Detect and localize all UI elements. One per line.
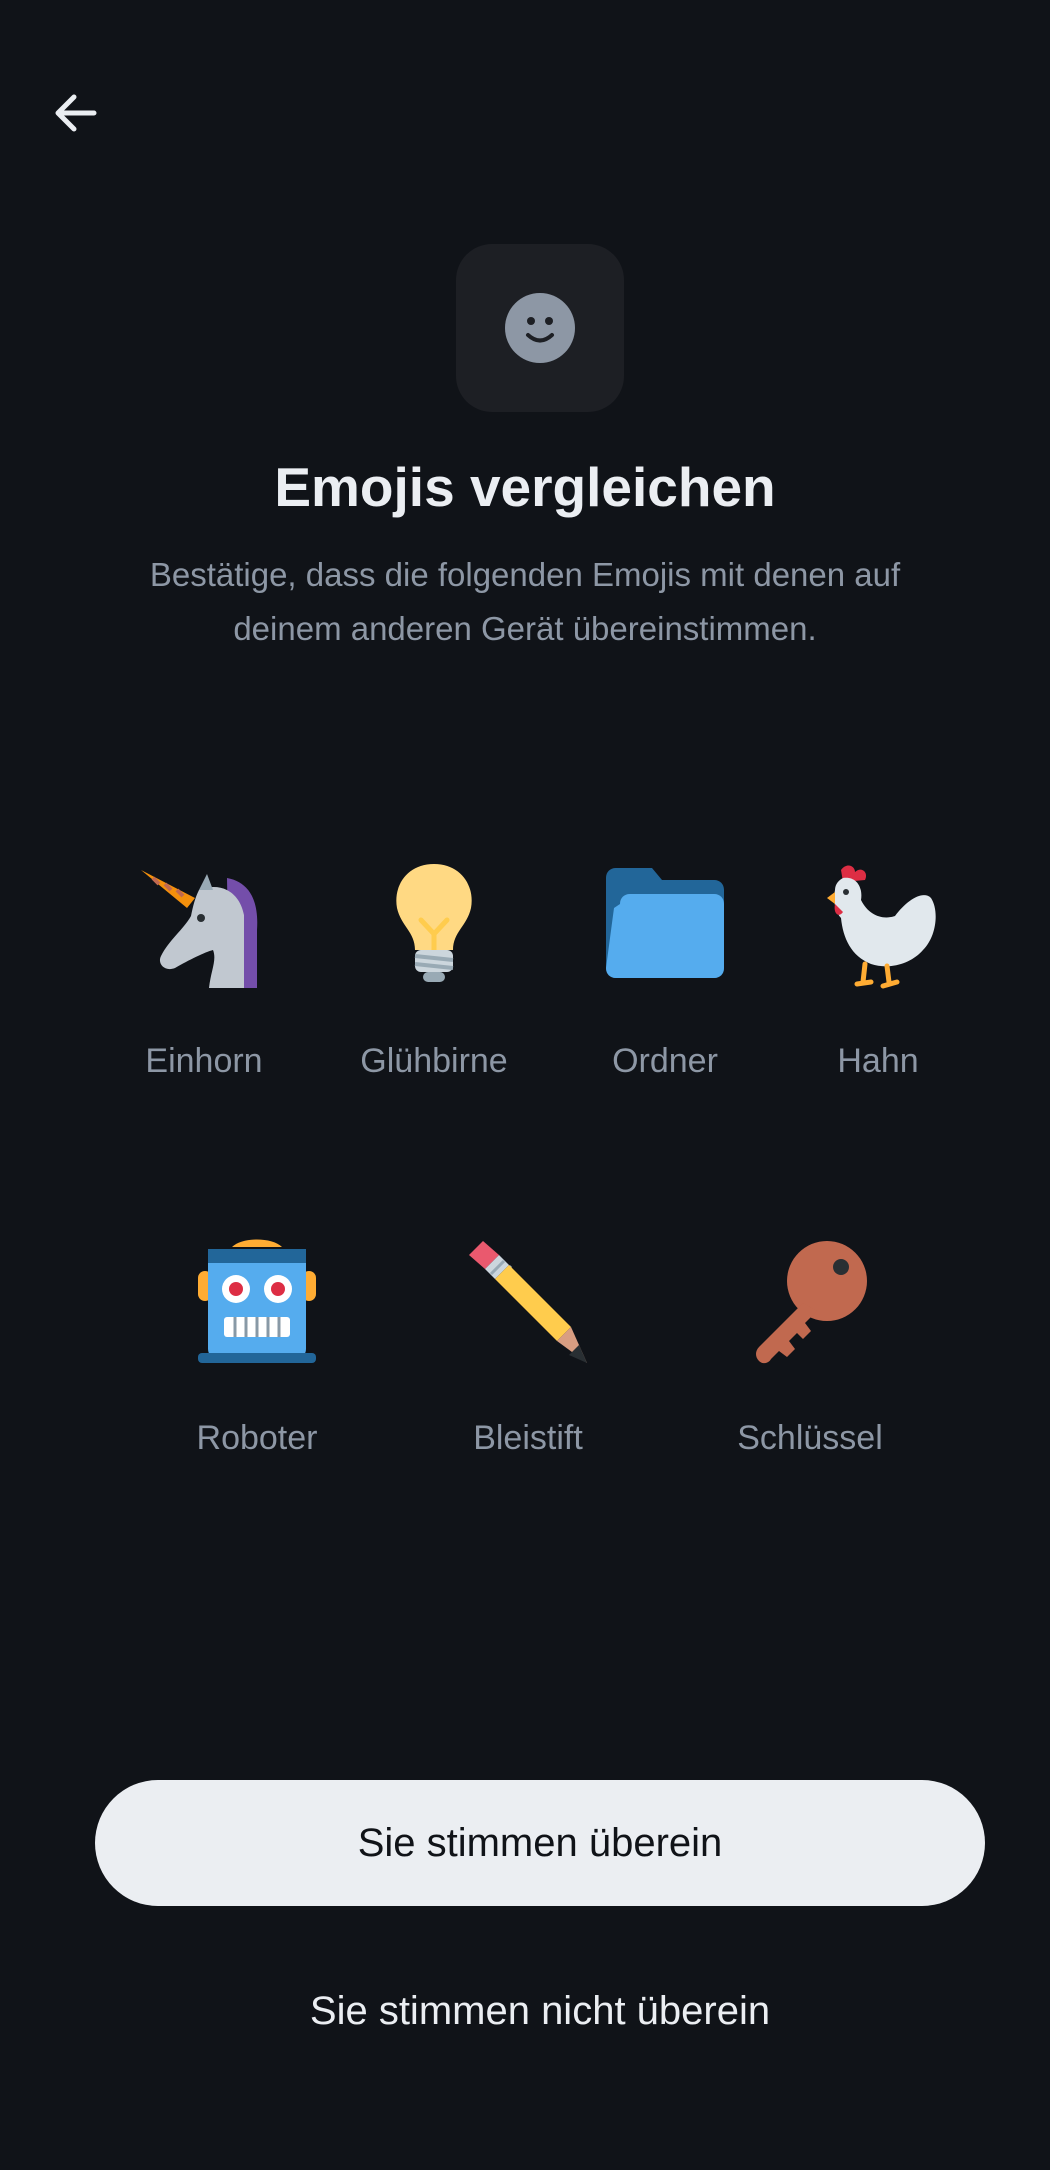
emoji-label: Glühbirne bbox=[360, 1042, 508, 1080]
emoji-label: Hahn bbox=[837, 1042, 919, 1080]
page-subtitle: Bestätige, dass die folgenden Emojis mit… bbox=[149, 556, 901, 647]
key-icon bbox=[756, 1241, 867, 1364]
page-title: Emojis vergleichen bbox=[274, 456, 776, 518]
lightbulb-icon bbox=[396, 864, 472, 982]
unicorn-icon bbox=[141, 870, 258, 988]
emoji-label: Ordner bbox=[612, 1042, 718, 1080]
confirm-match-button[interactable]: Sie stimmen überein bbox=[95, 1780, 985, 1906]
rooster-icon bbox=[827, 865, 936, 989]
emoji-label: Bleistift bbox=[473, 1419, 583, 1457]
emoji-item-folder: Ordner bbox=[590, 860, 740, 1088]
pencil-icon bbox=[469, 1241, 587, 1363]
folder-icon bbox=[606, 868, 724, 978]
smiley-face-icon bbox=[505, 293, 575, 363]
emoji-item-rooster: Hahn bbox=[803, 860, 953, 1088]
reject-match-button[interactable]: Sie stimmen nicht überein bbox=[95, 1948, 985, 2074]
emoji-label: Schlüssel bbox=[737, 1419, 883, 1457]
emoji-item-lightbulb: Glühbirne bbox=[359, 860, 509, 1088]
arrow-left-icon bbox=[55, 94, 97, 132]
emoji-badge bbox=[456, 244, 624, 412]
emoji-label: Roboter bbox=[196, 1419, 318, 1457]
emoji-item-unicorn: Einhorn bbox=[129, 860, 279, 1088]
emoji-label: Einhorn bbox=[145, 1042, 263, 1080]
back-button[interactable] bbox=[40, 78, 110, 148]
emoji-item-pencil: Bleistift bbox=[453, 1237, 603, 1465]
emoji-item-robot: Roboter bbox=[182, 1237, 332, 1465]
robot-icon bbox=[198, 1239, 316, 1363]
emoji-item-key: Schlüssel bbox=[735, 1237, 885, 1465]
